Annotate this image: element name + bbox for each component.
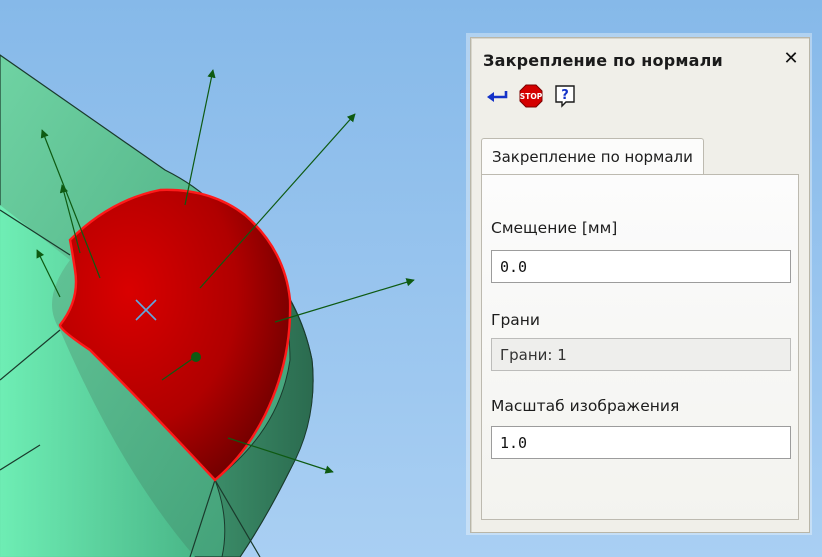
stop-button[interactable]: STOP bbox=[519, 84, 543, 108]
apply-button[interactable] bbox=[485, 84, 509, 108]
apply-arrow-icon bbox=[487, 91, 508, 102]
scale-input[interactable] bbox=[491, 426, 791, 459]
normal-constraint-panel: Закрепление по нормали ✕ STOP ? Закрепле… bbox=[470, 37, 810, 533]
faces-label: Грани bbox=[491, 311, 540, 329]
offset-input[interactable] bbox=[491, 250, 791, 283]
offset-label: Смещение [мм] bbox=[491, 219, 618, 237]
tab-strip: Закрепление по нормали bbox=[481, 134, 799, 175]
scale-label: Масштаб изображения bbox=[491, 397, 680, 415]
svg-text:STOP: STOP bbox=[520, 92, 543, 101]
panel-title: Закрепление по нормали bbox=[483, 50, 723, 70]
help-button[interactable]: ? bbox=[553, 84, 577, 108]
face-center-point bbox=[191, 352, 201, 362]
tab-content: Смещение [мм] Грани Грани: 1 Масштаб изо… bbox=[481, 174, 799, 520]
faces-field: Грани: 1 bbox=[491, 338, 791, 371]
help-icon: ? bbox=[555, 85, 575, 108]
close-button[interactable]: ✕ bbox=[782, 50, 800, 68]
panel-toolbar: STOP ? bbox=[471, 82, 809, 110]
panel-header: Закрепление по нормали ✕ bbox=[471, 38, 809, 82]
svg-text:?: ? bbox=[561, 88, 569, 103]
tab-normal-constraint[interactable]: Закрепление по нормали bbox=[481, 138, 704, 175]
stop-icon: STOP bbox=[519, 84, 543, 108]
